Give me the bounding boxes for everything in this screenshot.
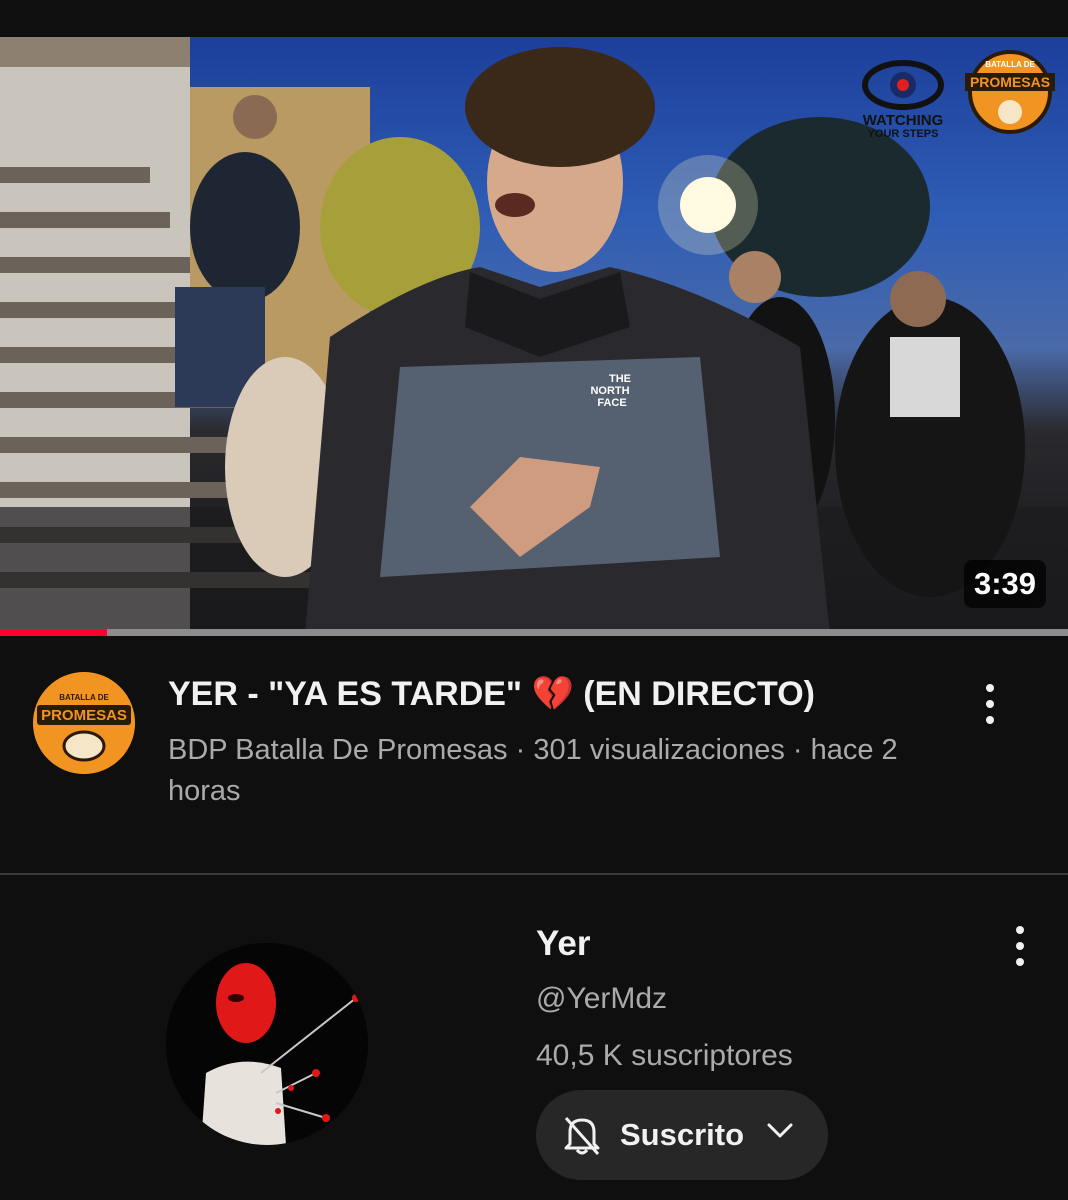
creator-name[interactable]: Yer (536, 924, 591, 964)
subscribed-label: Suscrito (620, 1117, 745, 1152)
thumbnail-scene: THE NORTH FACE WATCHING YOUR STEPS BATAL… (0, 37, 1068, 635)
bell-off-icon (564, 1117, 600, 1155)
video-info[interactable]: BATALLA DE PROMESAS YER - "YA ES TARDE" … (0, 660, 1068, 820)
batalla-logo-icon: BATALLA DE PROMESAS (33, 672, 135, 774)
creator-avatar[interactable] (166, 943, 368, 1145)
creator-subscriber-count: 40,5 K suscriptores (536, 1039, 793, 1072)
channel-avatar[interactable]: BATALLA DE PROMESAS (33, 672, 135, 774)
jacket-logo-line1: THE (609, 373, 631, 385)
watch-progress-fill (0, 629, 107, 636)
jacket-logo-line3: FACE (597, 397, 626, 409)
more-vert-icon (986, 684, 994, 692)
batalla-small: BATALLA DE (985, 60, 1035, 69)
creator-card: Yer @YerMdz 40,5 K suscriptores Suscrito (0, 876, 1068, 1200)
watching-eye-logo: WATCHING YOUR STEPS (862, 60, 944, 140)
chevron-down-icon (767, 1123, 793, 1138)
watching-line2: YOUR STEPS (868, 128, 939, 140)
batalla-big: PROMESAS (970, 74, 1050, 90)
watch-progress-bar (0, 629, 1068, 636)
channel-logo-small: BATALLA DE (59, 693, 109, 702)
video-meta: BDP Batalla De Promesas · 301 visualizac… (168, 734, 898, 807)
subscribed-button[interactable]: Suscrito (536, 1090, 828, 1180)
section-divider (0, 873, 1068, 875)
jacket-logo-line2: NORTH (590, 385, 629, 397)
watching-line1: WATCHING (863, 112, 944, 129)
video-more-options-button[interactable] (975, 674, 1005, 734)
creator-more-options-button[interactable] (1005, 916, 1035, 976)
creator-avatar-art (166, 943, 368, 1145)
batalla-logo-thumb: BATALLA DE PROMESAS (965, 50, 1055, 134)
more-vert-icon (1016, 926, 1024, 934)
video-duration: 3:39 (963, 560, 1046, 608)
creator-handle: @YerMdz (536, 982, 668, 1015)
channel-logo-big: PROMESAS (41, 707, 127, 724)
video-title[interactable]: YER - "YA ES TARDE" 💔 (EN DIRECTO) (168, 674, 948, 714)
video-thumbnail[interactable]: THE NORTH FACE WATCHING YOUR STEPS BATAL… (0, 37, 1068, 635)
top-bar (0, 0, 1068, 37)
